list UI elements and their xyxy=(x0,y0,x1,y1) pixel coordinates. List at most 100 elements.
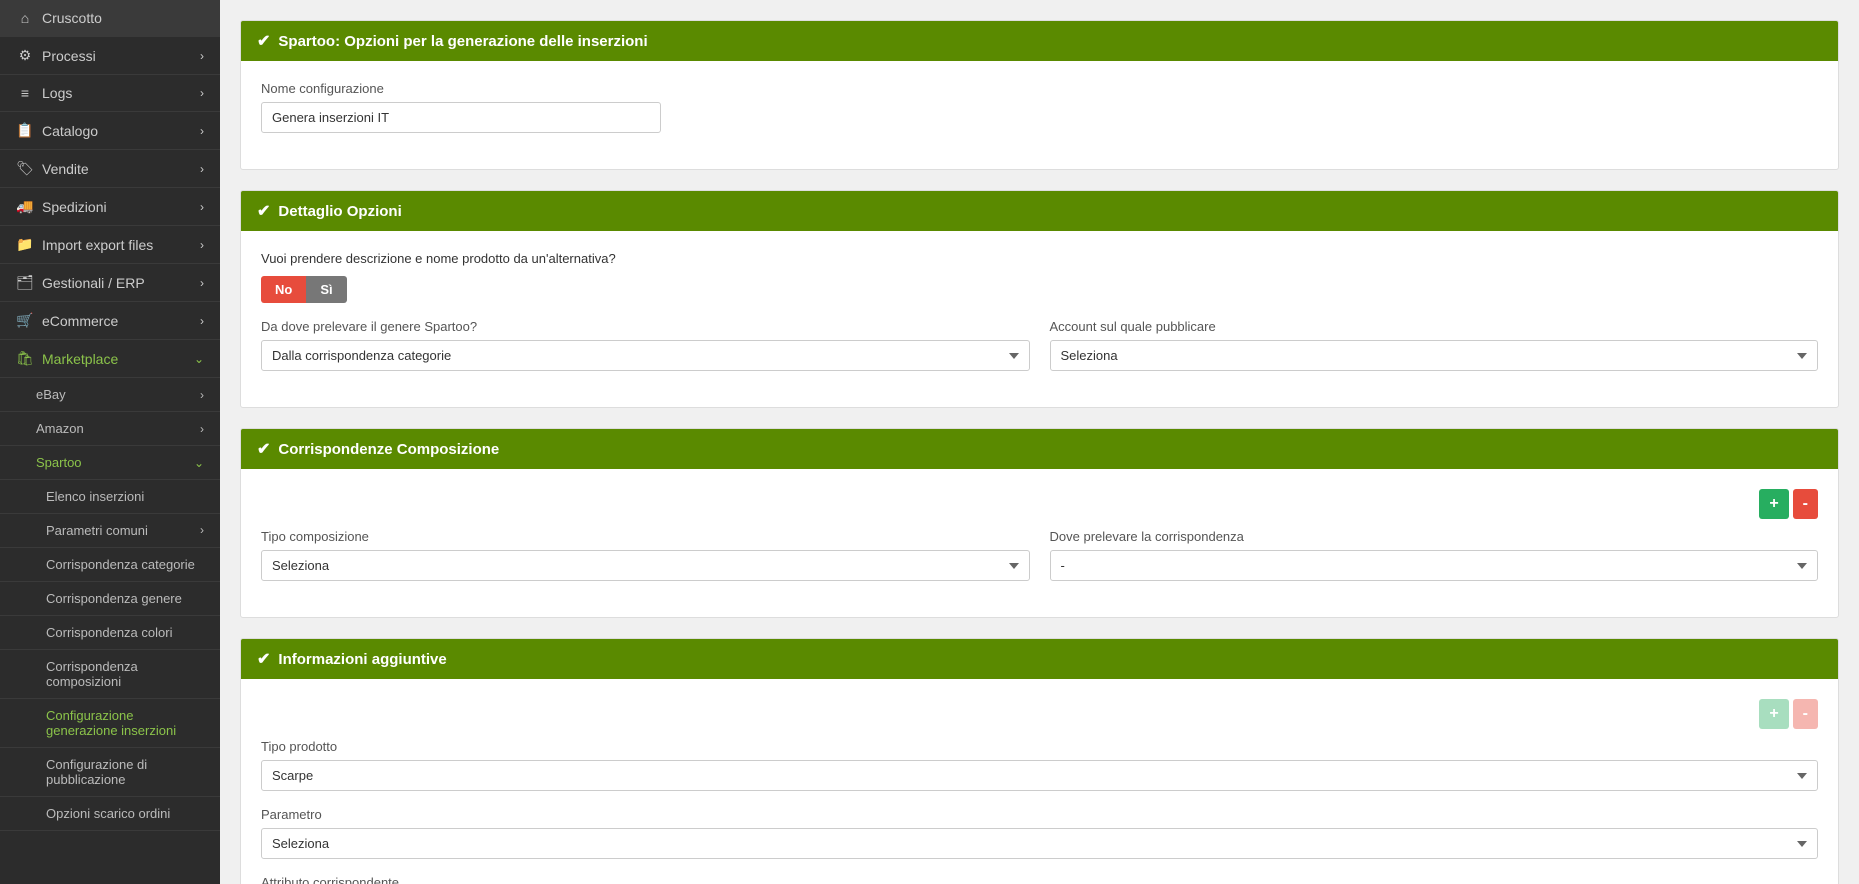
marketplace-icon: 🛍 xyxy=(16,350,34,367)
sidebar-label-parametri-comuni: Parametri comuni xyxy=(46,523,148,538)
sidebar-item-corrispondenza-colori[interactable]: Corrispondenza colori xyxy=(0,616,220,650)
corrispondenze-action-buttons: + - xyxy=(261,489,1818,519)
genere-select[interactable]: Dalla corrispondenza categorie xyxy=(261,340,1030,371)
sidebar-item-gestionali[interactable]: 🗂 Gestionali / ERP › xyxy=(0,264,220,302)
add-informazioni-button[interactable]: + xyxy=(1759,699,1788,729)
sidebar-label-configurazione-generazione: Configurazione generazione inserzioni xyxy=(46,708,176,738)
sidebar-label-corrispondenza-composizioni: Corrispondenza composizioni xyxy=(46,659,138,689)
sidebar-label-configurazione-pubblicazione: Configurazione di pubblicazione xyxy=(46,757,147,787)
alternativa-question: Vuoi prendere descrizione e nome prodott… xyxy=(261,251,1818,266)
btn-no[interactable]: No xyxy=(261,276,306,303)
sidebar-label-spartoo: Spartoo xyxy=(36,455,82,470)
alternativa-group: Vuoi prendere descrizione e nome prodott… xyxy=(261,251,1818,303)
tipo-composizione-group: Tipo composizione Seleziona xyxy=(261,529,1030,581)
sidebar-label-processi: Processi xyxy=(42,48,96,64)
sidebar-label-import-export: Import export files xyxy=(42,237,153,253)
sidebar-item-vendite[interactable]: 🏷 Vendite › xyxy=(0,150,220,188)
import-export-arrow-icon: › xyxy=(200,238,204,252)
catalogo-arrow-icon: › xyxy=(200,124,204,138)
sidebar-item-configurazione-pubblicazione[interactable]: Configurazione di pubblicazione xyxy=(0,748,220,797)
tipo-composizione-label: Tipo composizione xyxy=(261,529,1030,544)
sidebar-label-marketplace: Marketplace xyxy=(42,351,118,367)
sidebar-item-marketplace[interactable]: 🛍 Marketplace ⌄ xyxy=(0,340,220,378)
catalogo-icon: 📋 xyxy=(16,122,34,139)
sidebar-label-ecommerce: eCommerce xyxy=(42,313,118,329)
logs-arrow-icon: › xyxy=(200,86,204,100)
sidebar-label-amazon: Amazon xyxy=(36,421,84,436)
genere-label: Da dove prelevare il genere Spartoo? xyxy=(261,319,1030,334)
panel-title-main: Spartoo: Opzioni per la generazione dell… xyxy=(278,33,647,50)
panel-header-informazioni: ✔ Informazioni aggiuntive xyxy=(241,639,1838,679)
ebay-arrow-icon: › xyxy=(200,388,204,402)
sidebar-item-spedizioni[interactable]: 🚚 Spedizioni › xyxy=(0,188,220,226)
logs-icon: ≡ xyxy=(16,85,34,101)
panel-header-dettaglio: ✔ Dettaglio Opzioni xyxy=(241,191,1838,231)
vendite-arrow-icon: › xyxy=(200,162,204,176)
sidebar-label-opzioni-scarico: Opzioni scarico ordini xyxy=(46,806,170,821)
sidebar-item-corrispondenza-genere[interactable]: Corrispondenza genere xyxy=(0,582,220,616)
account-select[interactable]: Seleziona xyxy=(1050,340,1819,371)
sidebar-item-amazon[interactable]: Amazon › xyxy=(0,412,220,446)
corrispondenze-row: Tipo composizione Seleziona Dove preleva… xyxy=(261,529,1818,597)
sidebar-item-cruscotto[interactable]: ⌂ Cruscotto xyxy=(0,0,220,37)
alternativa-btn-group: No Sì xyxy=(261,276,1818,303)
processi-arrow-icon: › xyxy=(200,49,204,63)
amazon-arrow-icon: › xyxy=(200,422,204,436)
ecommerce-icon: 🛒 xyxy=(16,312,34,329)
sidebar-item-spartoo[interactable]: Spartoo ⌄ xyxy=(0,446,220,480)
tipo-prodotto-group: Tipo prodotto Scarpe xyxy=(261,739,1818,791)
sidebar-label-corrispondenza-genere: Corrispondenza genere xyxy=(46,591,182,606)
panel-body-corrispondenze: + - Tipo composizione Seleziona Dove pre… xyxy=(241,469,1838,617)
sidebar-label-ebay: eBay xyxy=(36,387,66,402)
sidebar-label-cruscotto: Cruscotto xyxy=(42,10,102,26)
parametro-group: Parametro Seleziona xyxy=(261,807,1818,859)
sidebar-item-corrispondenza-composizioni[interactable]: Corrispondenza composizioni xyxy=(0,650,220,699)
remove-informazioni-button[interactable]: - xyxy=(1793,699,1818,729)
panel-body-main: Nome configurazione xyxy=(241,61,1838,169)
panel-body-informazioni: + - Tipo prodotto Scarpe Parametro Selez… xyxy=(241,679,1838,884)
tipo-prodotto-select[interactable]: Scarpe xyxy=(261,760,1818,791)
panel-dettaglio-opzioni: ✔ Dettaglio Opzioni Vuoi prendere descri… xyxy=(240,190,1839,408)
sidebar-label-corrispondenza-categorie: Corrispondenza categorie xyxy=(46,557,195,572)
sidebar-item-ecommerce[interactable]: 🛒 eCommerce › xyxy=(0,302,220,340)
spedizioni-arrow-icon: › xyxy=(200,200,204,214)
sidebar-item-catalogo[interactable]: 📋 Catalogo › xyxy=(0,112,220,150)
sidebar-item-opzioni-scarico[interactable]: Opzioni scarico ordini xyxy=(0,797,220,831)
btn-si[interactable]: Sì xyxy=(306,276,346,303)
sidebar-item-corrispondenza-categorie[interactable]: Corrispondenza categorie xyxy=(0,548,220,582)
account-label: Account sul quale pubblicare xyxy=(1050,319,1819,334)
check-circle-icon: ✔ xyxy=(257,31,270,51)
parametro-select[interactable]: Seleziona xyxy=(261,828,1818,859)
genere-group: Da dove prelevare il genere Spartoo? Dal… xyxy=(261,319,1030,371)
sidebar-item-elenco-inserzioni[interactable]: Elenco inserzioni xyxy=(0,480,220,514)
main-content: ✔ Spartoo: Opzioni per la generazione de… xyxy=(220,0,1859,884)
import-export-icon: 📁 xyxy=(16,236,34,253)
panel-header-main: ✔ Spartoo: Opzioni per la generazione de… xyxy=(241,21,1838,61)
panel-spartoo-options: ✔ Spartoo: Opzioni per la generazione de… xyxy=(240,20,1839,170)
tipo-composizione-select[interactable]: Seleziona xyxy=(261,550,1030,581)
gestionali-arrow-icon: › xyxy=(200,276,204,290)
processi-icon: ⚙ xyxy=(16,47,34,64)
dove-prelevare-select[interactable]: - xyxy=(1050,550,1819,581)
sidebar-label-elenco-inserzioni: Elenco inserzioni xyxy=(46,489,144,504)
add-corrispondenza-button[interactable]: + xyxy=(1759,489,1788,519)
remove-corrispondenza-button[interactable]: - xyxy=(1793,489,1818,519)
panel-title-corrispondenze: Corrispondenze Composizione xyxy=(278,441,499,458)
cruscotto-icon: ⌂ xyxy=(16,10,34,26)
sidebar-item-import-export[interactable]: 📁 Import export files › xyxy=(0,226,220,264)
nome-config-input[interactable] xyxy=(261,102,661,133)
sidebar-item-ebay[interactable]: eBay › xyxy=(0,378,220,412)
sidebar-label-logs: Logs xyxy=(42,85,72,101)
panel-informazioni: ✔ Informazioni aggiuntive + - Tipo prodo… xyxy=(240,638,1839,884)
panel-body-dettaglio: Vuoi prendere descrizione e nome prodott… xyxy=(241,231,1838,407)
gestionali-icon: 🗂 xyxy=(16,274,34,291)
sidebar-label-vendite: Vendite xyxy=(42,161,89,177)
nome-config-label: Nome configurazione xyxy=(261,81,1818,96)
sidebar-item-processi[interactable]: ⚙ Processi › xyxy=(0,37,220,75)
ecommerce-arrow-icon: › xyxy=(200,314,204,328)
sidebar-item-logs[interactable]: ≡ Logs › xyxy=(0,75,220,112)
tipo-prodotto-label: Tipo prodotto xyxy=(261,739,1818,754)
sidebar-item-configurazione-generazione[interactable]: Configurazione generazione inserzioni xyxy=(0,699,220,748)
sidebar-item-parametri-comuni[interactable]: Parametri comuni › xyxy=(0,514,220,548)
nome-config-group: Nome configurazione xyxy=(261,81,1818,133)
